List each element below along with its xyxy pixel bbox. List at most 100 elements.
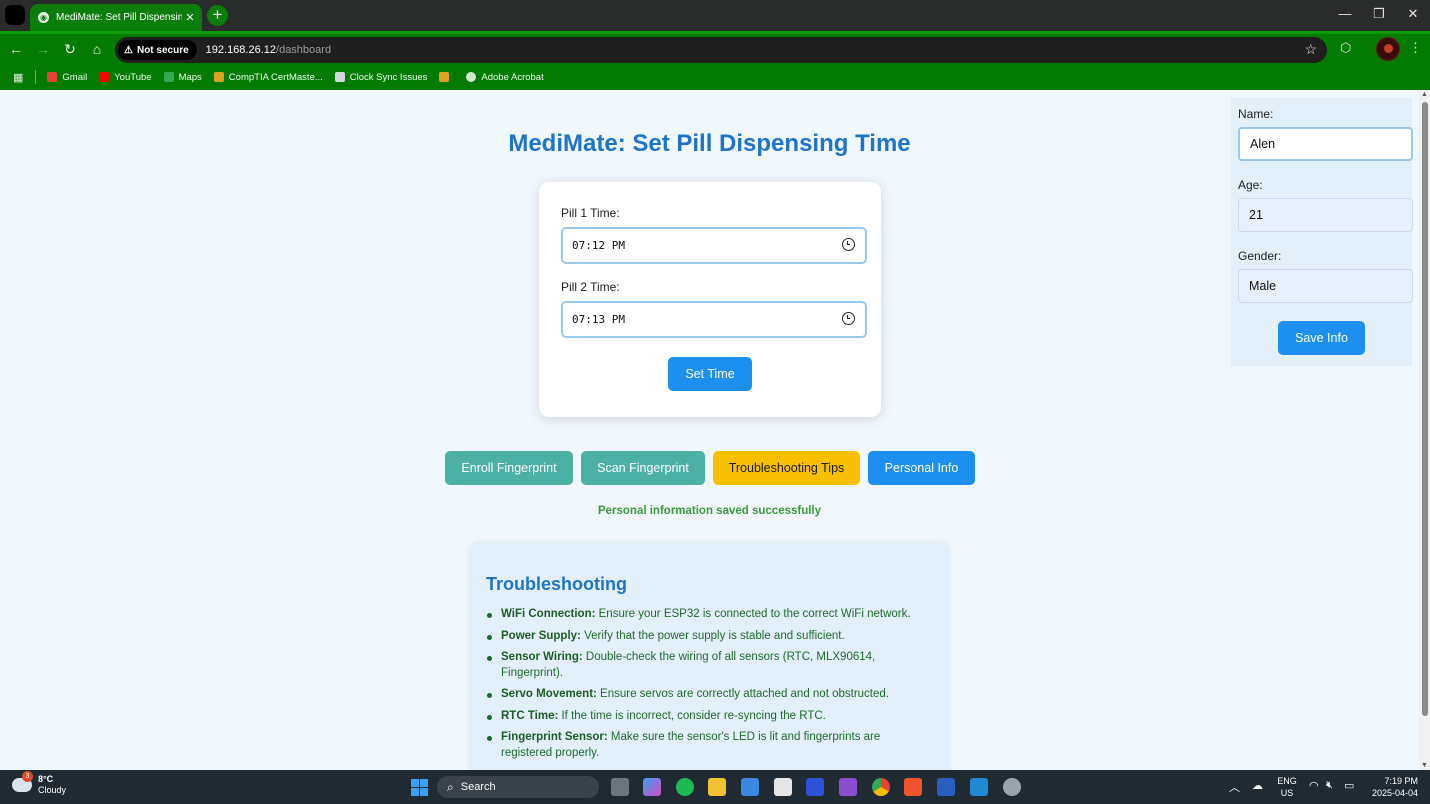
reload-icon[interactable]: ↻: [61, 41, 79, 58]
spotify-icon[interactable]: [676, 778, 694, 796]
volume-muted-icon[interactable]: 🔇︎: [1326, 779, 1333, 792]
bookmark-label: Gmail: [62, 71, 88, 83]
security-badge[interactable]: ⚠ Not secure: [118, 40, 197, 60]
page-title: MediMate: Set Pill Dispensing Time: [508, 130, 911, 157]
url-path: /dashboard: [276, 44, 332, 56]
app-icon[interactable]: [774, 778, 792, 796]
system-clock[interactable]: 7:19 PM 2025-04-04: [1364, 775, 1418, 799]
save-info-button[interactable]: Save Info: [1278, 321, 1365, 355]
task-view-icon[interactable]: [611, 778, 629, 796]
name-field[interactable]: Alen: [1238, 127, 1413, 161]
warning-icon: ⚠: [124, 44, 133, 56]
tip-text: Ensure your ESP32 is connected to the co…: [595, 608, 911, 620]
minimize-button[interactable]: —: [1330, 6, 1360, 21]
clock-icon[interactable]: [842, 238, 855, 251]
brave-icon[interactable]: [904, 778, 922, 796]
pill2-time-input[interactable]: 07:13 PM: [561, 301, 867, 338]
set-time-button[interactable]: Set Time: [668, 357, 752, 391]
browser-tabstrip: ◉ MediMate: Set Pill Dispensing ✕ + — ❐ …: [0, 0, 1430, 31]
troubleshooting-tips-button[interactable]: Troubleshooting Tips: [713, 451, 860, 485]
store-icon[interactable]: [741, 778, 759, 796]
list-item: RTC Time: If the time is incorrect, cons…: [487, 709, 931, 725]
word-icon[interactable]: [937, 778, 955, 796]
onedrive-cloud-icon[interactable]: ☁: [1252, 779, 1263, 792]
settings-gear-icon[interactable]: [1003, 778, 1021, 796]
bookmark-label: CompTIA CertMaste...: [228, 71, 323, 83]
address-bar[interactable]: ⚠ Not secure 192.168.26.12/dashboard ☆: [115, 37, 1327, 63]
security-label: Not secure: [136, 44, 189, 56]
tip-text: Ensure servos are correctly attached and…: [596, 688, 889, 700]
browser-menu-icon[interactable]: [5, 5, 25, 25]
bookmark-label: Clock Sync Issues: [349, 71, 428, 83]
chevron-up-icon[interactable]: ︿: [1229, 779, 1240, 795]
clock-icon[interactable]: [842, 312, 855, 325]
weather-condition: Cloudy: [38, 785, 67, 795]
copilot-icon[interactable]: [643, 778, 661, 796]
personal-info-button[interactable]: Personal Info: [868, 451, 975, 485]
bookmark-gmail[interactable]: Gmail: [47, 72, 87, 83]
age-field[interactable]: 21: [1238, 198, 1413, 232]
editor-icon[interactable]: [806, 778, 824, 796]
lang-region: US: [1280, 788, 1294, 798]
forward-icon[interactable]: →: [34, 41, 52, 57]
personal-info-sidebar: Name: Alen Age: 21 Gender: Male Save Inf…: [1231, 98, 1413, 366]
browser-toolbar: ← → ↻ ⌂ ⚠ Not secure 192.168.26.12/dashbo…: [0, 31, 1430, 90]
troubleshooting-list: WiFi Connection: Ensure your ESP32 is co…: [487, 607, 931, 767]
age-label: Age:: [1238, 178, 1263, 192]
battery-icon[interactable]: ▭: [1344, 779, 1354, 792]
more-menu-icon[interactable]: ⋮: [1409, 40, 1422, 56]
profile-avatar[interactable]: [1376, 37, 1400, 61]
tip-term: Power Supply:: [501, 629, 581, 642]
bookmark-label: Maps: [178, 71, 202, 83]
page-icon: [334, 72, 345, 82]
pill1-label: Pill 1 Time:: [561, 206, 620, 220]
bookmark-comptia[interactable]: CompTIA CertMaste...: [213, 71, 323, 83]
restore-button[interactable]: ❐: [1364, 6, 1394, 22]
gender-field[interactable]: Male: [1238, 269, 1413, 303]
back-icon[interactable]: ←: [7, 41, 25, 57]
new-tab-button[interactable]: +: [207, 5, 228, 26]
windows-start-icon[interactable]: [411, 779, 428, 796]
home-icon[interactable]: ⌂: [88, 41, 106, 57]
bookmark-drive[interactable]: [439, 72, 454, 82]
tab-close-icon[interactable]: ✕: [182, 11, 198, 24]
pill1-time-input[interactable]: 07:12 PM: [561, 227, 867, 264]
scan-fingerprint-button[interactable]: Scan Fingerprint: [581, 451, 705, 485]
chrome-icon[interactable]: [872, 778, 890, 796]
maps-pin-icon: [163, 72, 174, 82]
extensions-icon[interactable]: ⬡: [1340, 40, 1351, 56]
cloud-icon: 3: [12, 771, 33, 792]
clock-date: 2025-04-04: [1371, 788, 1418, 798]
bookmark-youtube[interactable]: YouTube: [99, 72, 152, 83]
taskbar: 3 8°C Cloudy ⌕ Search ︿ ☁ ENG US ◠ 🔇︎ ▭: [0, 770, 1430, 804]
tip-term: Sensor Wiring:: [501, 651, 583, 663]
bookmark-maps[interactable]: Maps: [163, 71, 202, 83]
close-window-button[interactable]: ✕: [1398, 6, 1428, 22]
file-explorer-icon[interactable]: [708, 778, 726, 796]
taskbar-search[interactable]: ⌕ Search: [437, 776, 599, 798]
page-viewport: MediMate: Set Pill Dispensing Time Pill …: [0, 90, 1419, 770]
gmail-icon: [47, 72, 58, 82]
bookmark-adobe[interactable]: Adobe Acrobat: [466, 71, 544, 83]
gender-label: Gender:: [1238, 249, 1282, 263]
scroll-down-icon[interactable]: ▼: [1421, 762, 1428, 769]
scroll-thumb[interactable]: [1422, 102, 1428, 716]
list-item: WiFi Connection: Ensure your ESP32 is co…: [487, 607, 931, 623]
tab-medimate[interactable]: ◉ MediMate: Set Pill Dispensing ✕: [30, 4, 202, 31]
language-indicator[interactable]: ENG US: [1276, 775, 1298, 799]
bookmark-clock-sync[interactable]: Clock Sync Issues: [334, 71, 428, 83]
scroll-up-icon[interactable]: ▲: [1421, 91, 1428, 98]
wifi-icon[interactable]: ◠: [1309, 779, 1319, 792]
list-item: Servo Movement: Ensure servos are correc…: [487, 687, 931, 703]
bookmark-star-icon[interactable]: ☆: [1304, 41, 1317, 58]
page-scrollbar[interactable]: ▲ ▼: [1419, 90, 1430, 770]
vscode-icon[interactable]: [970, 778, 988, 796]
apps-grid-icon[interactable]: ▦: [13, 71, 23, 84]
tab-title: MediMate: Set Pill Dispensing: [56, 12, 182, 23]
weather-widget[interactable]: 3 8°C Cloudy: [12, 771, 67, 796]
bookmark-label: Adobe Acrobat: [481, 71, 544, 83]
enroll-fingerprint-button[interactable]: Enroll Fingerprint: [445, 451, 573, 485]
weather-badge: 3: [22, 771, 33, 782]
time-settings-card: Pill 1 Time: 07:12 PM Pill 2 Time: 07:13…: [539, 182, 881, 417]
visual-studio-icon[interactable]: [839, 778, 857, 796]
